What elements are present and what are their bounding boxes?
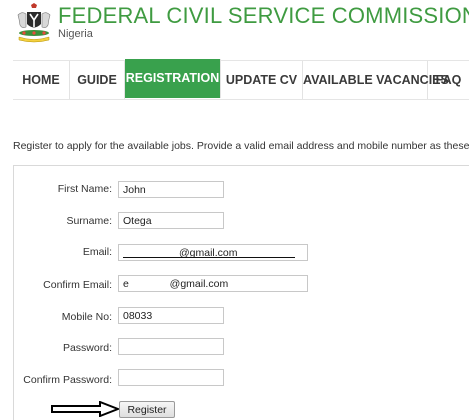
intro-text: Register to apply for the available jobs… — [13, 140, 469, 152]
password-row: Password: — [0, 339, 112, 357]
surname-field[interactable]: Otega — [118, 212, 224, 229]
surname-label: Surname: — [66, 215, 112, 227]
email-redaction-line — [123, 257, 295, 258]
first-name-field[interactable]: John — [118, 181, 224, 198]
mobile-label: Mobile No: — [61, 311, 112, 323]
nav-home[interactable]: HOME — [13, 61, 70, 99]
site-subtitle: Nigeria — [58, 28, 93, 40]
email-label: Email: — [82, 246, 112, 258]
mobile-field[interactable]: 08033 — [118, 307, 224, 324]
nav-faq[interactable]: FAQ — [428, 61, 469, 99]
site-header: FEDERAL CIVIL SERVICE COMMISSION Nigeria — [0, 0, 469, 48]
nav-registration[interactable]: REGISTRATION — [125, 59, 221, 98]
nav-available-vacancies[interactable]: AVAILABLE VACANCIES — [303, 61, 449, 99]
coat-of-arms-icon — [17, 3, 51, 43]
main-nav: HOME GUIDE REGISTRATION UPDATE CV AVAILA… — [13, 59, 469, 100]
registration-page: FEDERAL CIVIL SERVICE COMMISSION Nigeria… — [0, 0, 469, 420]
confirm-password-label: Confirm Password: — [23, 374, 112, 386]
password-label: Password: — [62, 342, 112, 354]
email-field[interactable]: @gmail.com — [118, 244, 308, 261]
nav-update-cv[interactable]: UPDATE CV — [221, 61, 303, 99]
confirm-email-field[interactable]: e @gmail.com — [118, 275, 308, 292]
site-title: FEDERAL CIVIL SERVICE COMMISSION — [58, 3, 469, 28]
nav-guide[interactable]: GUIDE — [70, 61, 125, 99]
confirm-password-row: Confirm Password: — [0, 371, 112, 389]
email-row: Email: — [0, 243, 112, 261]
mobile-row: Mobile No: — [0, 308, 112, 326]
arrow-right-icon — [51, 401, 120, 417]
confirm-email-row: Confirm Email: — [0, 276, 112, 294]
confirm-email-label: Confirm Email: — [43, 279, 112, 291]
first-name-label: First Name: — [57, 183, 112, 195]
register-button[interactable]: Register — [119, 401, 175, 418]
password-field[interactable] — [118, 338, 224, 355]
confirm-password-field[interactable] — [118, 369, 224, 386]
first-name-row: First Name: — [0, 180, 112, 198]
surname-row: Surname: — [0, 212, 112, 230]
